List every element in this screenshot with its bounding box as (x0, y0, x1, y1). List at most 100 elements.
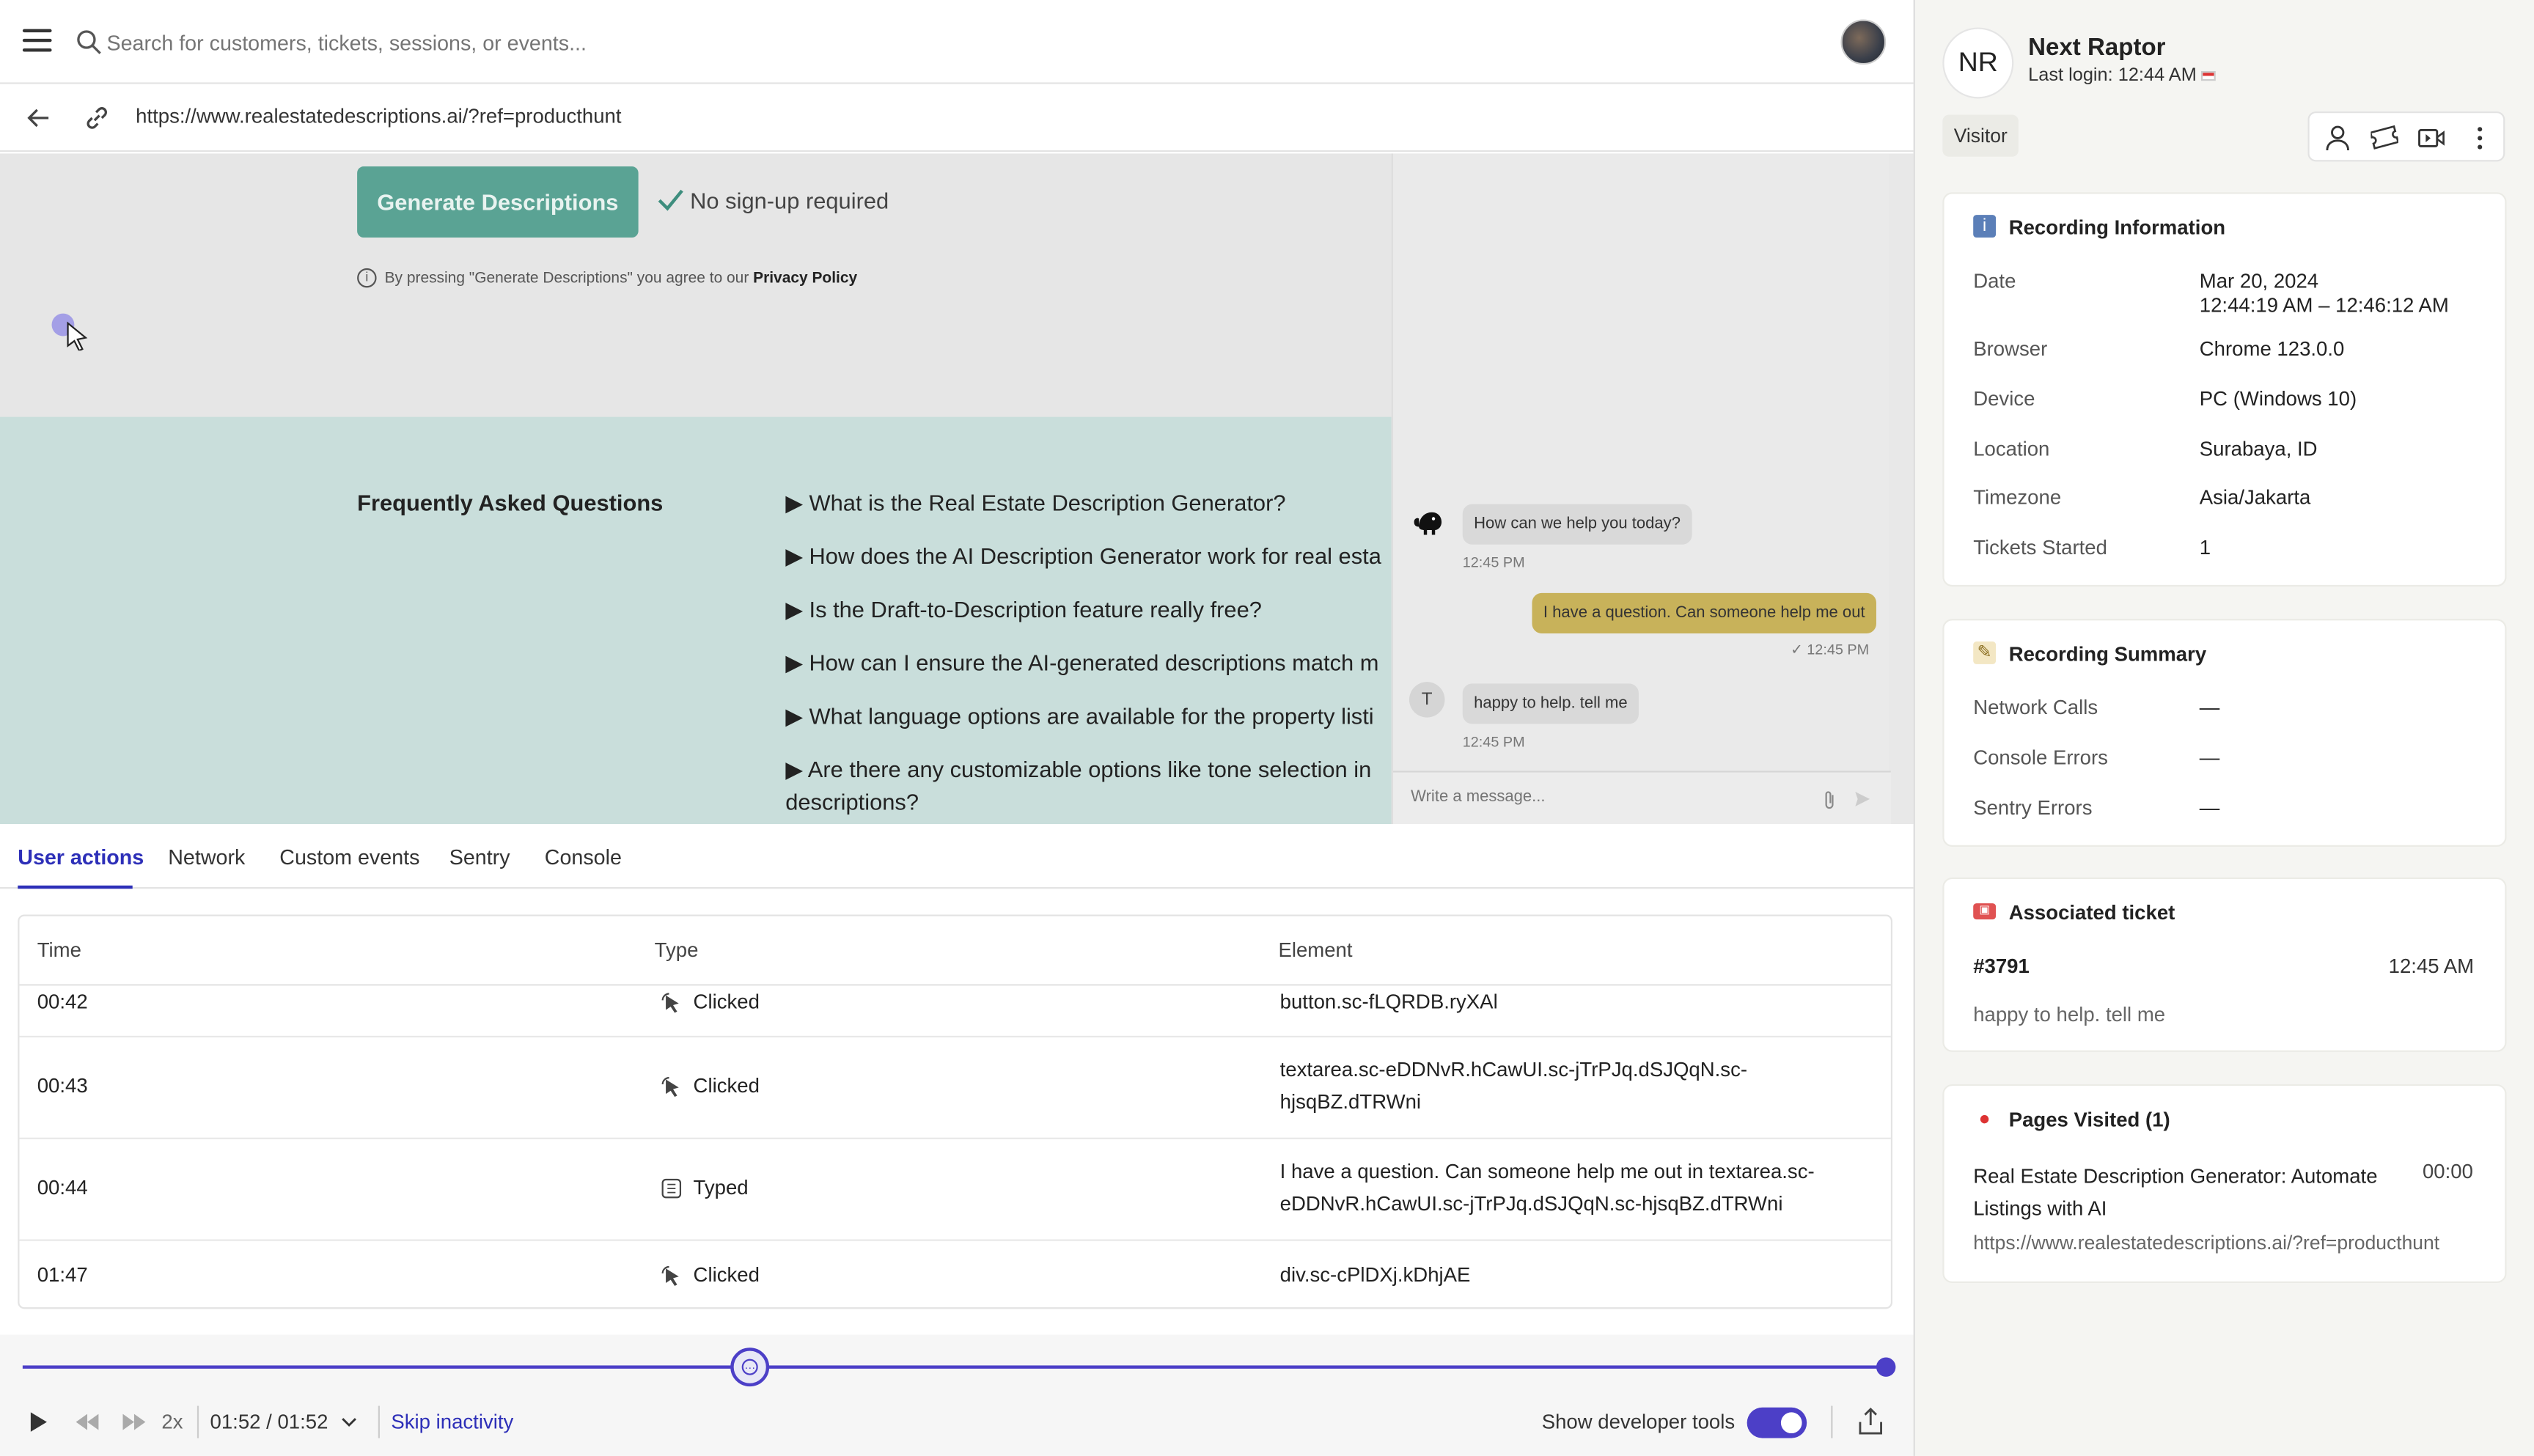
page-url[interactable]: https://www.realestatedescriptions.ai/?r… (1973, 1232, 2439, 1254)
field-value: Chrome 123.0.0 (2199, 337, 2345, 361)
chat-message-input (1411, 788, 1799, 806)
row-time: 00:43 (37, 1074, 88, 1097)
card-title: Pages Visited (1) (2008, 1108, 2170, 1131)
search-icon (77, 30, 101, 54)
chat-timestamp: 12:45 PM (1462, 733, 1525, 750)
field-label: Sentry Errors (1973, 796, 2093, 820)
elephant-logo-icon (1414, 512, 1442, 535)
tab-console[interactable]: Console (545, 845, 622, 869)
playback-controls: … 2x 01:52 / 01:52 Skip inactivity Show … (0, 1334, 1914, 1456)
more-options-icon[interactable] (2466, 125, 2493, 152)
video-recording-icon[interactable] (2417, 125, 2445, 152)
page-title[interactable]: Real Estate Description Generator: Autom… (1973, 1161, 2406, 1225)
recording-summary-card: ✎ Recording Summary Network Calls — Cons… (1942, 619, 2507, 847)
pages-visited-card: ● Pages Visited (1) Real Estate Descript… (1942, 1084, 2507, 1284)
visitor-actions (2307, 111, 2505, 162)
chat-widget: How can we help you today? 12:45 PM I ha… (1391, 153, 1891, 825)
show-devtools-label: Show developer tools (1541, 1411, 1736, 1434)
tab-user-actions[interactable]: User actions (18, 845, 144, 869)
column-header-time: Time (37, 938, 81, 962)
check-icon (658, 189, 683, 211)
field-value: Mar 20, 2024 (2199, 270, 2319, 293)
field-value: — (2199, 696, 2220, 719)
faq-section: Frequently Asked Questions ▶ What is the… (0, 416, 1392, 825)
ticket-time: 12:45 AM (2388, 955, 2475, 978)
session-url[interactable]: https://www.realestatedescriptions.ai/?r… (136, 105, 621, 128)
menu-icon[interactable] (22, 29, 52, 52)
ticket-icon[interactable] (2370, 125, 2398, 152)
link-icon[interactable] (82, 103, 111, 133)
faq-item: ▶ What language options are available fo… (785, 702, 1374, 729)
visitor-details-panel: NR Next Raptor Last login: 12:44 AM Visi… (1913, 0, 2534, 1456)
divider (1831, 1405, 1833, 1438)
field-label: Date (1973, 270, 2016, 293)
paperclip-icon (1825, 791, 1834, 809)
faq-item: ▶ Is the Draft-to-Description feature re… (785, 596, 1262, 622)
row-time: 00:44 (37, 1176, 88, 1199)
back-arrow-icon[interactable] (26, 105, 51, 130)
search-input[interactable] (106, 26, 1238, 59)
row-element: textarea.sc-eDDNvR.hCawUI.sc-jTrPJq.dSJQ… (1279, 1058, 1748, 1114)
chat-composer (1392, 771, 1891, 825)
table-row[interactable]: 00:42 Clicked button.sc-fLQRDB.ryXAl (19, 986, 1891, 1038)
generate-descriptions-button: Generate Descriptions (357, 166, 639, 238)
send-icon (1855, 792, 1870, 806)
visitor-avatar: NR (1942, 27, 2014, 99)
chevron-down-icon[interactable] (341, 1417, 357, 1427)
devtools-tabs: User actions Network Custom events Sentr… (0, 824, 1914, 889)
fast-forward-icon[interactable] (122, 1413, 146, 1430)
faq-item: ▶ How can I ensure the AI-generated desc… (785, 650, 1379, 676)
row-element: div.sc-cPlDXj.kDhjAE (1279, 1263, 1471, 1287)
user-avatar[interactable] (1840, 19, 1887, 65)
show-devtools-toggle[interactable] (1747, 1407, 1807, 1438)
row-type: Clicked (693, 1074, 760, 1097)
field-label: Location (1973, 438, 2050, 461)
click-icon (661, 1077, 679, 1097)
tab-custom-events[interactable]: Custom events (279, 845, 419, 869)
field-value: Surabaya, ID (2199, 438, 2318, 461)
info-icon: i (1973, 215, 1997, 238)
table-row[interactable]: 00:43 Clicked textarea.sc-eDDNvR.hCawUI.… (19, 1037, 1891, 1139)
field-value: 12:44:19 AM – 12:46:12 AM (2199, 294, 2449, 317)
click-icon (661, 1265, 679, 1287)
ticket-id[interactable]: #3791 (1973, 955, 2030, 978)
user-actions-table: Time Type Element 00:42 Clicked button.s… (18, 914, 1893, 1309)
associated-ticket-card[interactable]: ▣ Associated ticket #3791 12:45 AM happy… (1942, 877, 2507, 1052)
chat-message-agent: happy to help. tell me (1462, 683, 1639, 724)
divider (378, 1405, 380, 1438)
play-icon[interactable] (29, 1411, 48, 1433)
privacy-notice: By pressing "Generate Descriptions" you … (384, 270, 858, 288)
field-label: Browser (1973, 337, 2048, 361)
session-replay-viewport: Generate Descriptions No sign-up require… (0, 153, 1914, 825)
user-profile-icon[interactable] (2324, 125, 2351, 152)
playhead[interactable] (1876, 1357, 1896, 1377)
row-time: 00:42 (37, 990, 88, 1013)
share-export-icon[interactable] (1859, 1407, 1883, 1435)
tab-network[interactable]: Network (168, 845, 245, 869)
chat-bubble-icon: … (741, 1358, 758, 1375)
replay-hero-section: Generate Descriptions No sign-up require… (0, 153, 1392, 417)
memo-icon: ✎ (1973, 641, 1997, 664)
faq-item: ▶ How does the AI Description Generator … (785, 543, 1381, 569)
indonesia-flag-icon (2201, 70, 2217, 81)
field-label: Timezone (1973, 486, 2062, 510)
field-value: — (2199, 796, 2220, 820)
mouse-cursor-icon (67, 321, 88, 351)
table-row[interactable]: 00:44 Typed I have a question. Can someo… (19, 1139, 1891, 1241)
row-element: I have a question. Can someone help me o… (1279, 1160, 1815, 1216)
field-label: Console Errors (1973, 746, 2108, 770)
skip-inactivity-button[interactable]: Skip inactivity (391, 1411, 513, 1433)
keyboard-icon (661, 1178, 682, 1199)
pin-icon: ● (1978, 1106, 1991, 1130)
timeline-event-marker[interactable]: … (730, 1347, 770, 1387)
tab-sentry[interactable]: Sentry (449, 845, 510, 869)
ticket-preview: happy to help. tell me (1973, 1003, 2166, 1026)
faq-title: Frequently Asked Questions (357, 489, 664, 516)
table-row[interactable]: 01:47 Clicked div.sc-cPlDXj.kDhjAE (19, 1241, 1890, 1307)
active-tab-indicator (18, 885, 133, 889)
top-bar (0, 0, 1914, 84)
playback-speed[interactable]: 2x (161, 1411, 183, 1433)
rewind-icon[interactable] (76, 1413, 99, 1430)
no-signup-text: No sign-up required (690, 187, 889, 213)
playback-timeline[interactable] (22, 1365, 1888, 1369)
